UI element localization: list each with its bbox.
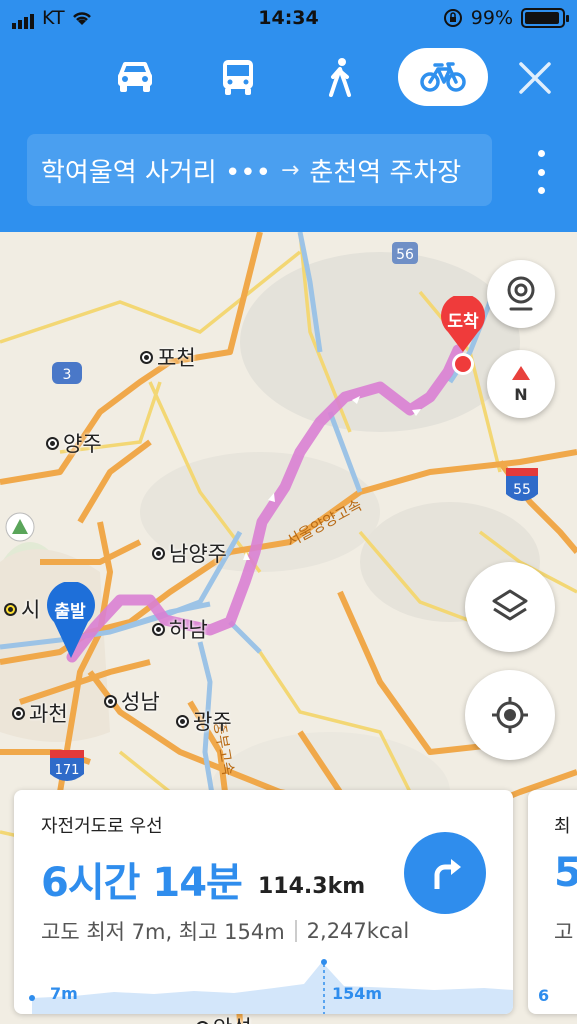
my-location-button[interactable]: [465, 670, 555, 760]
elevation-max-label: 154m: [332, 984, 383, 1003]
meta-divider: [294, 920, 297, 942]
place-pocheon[interactable]: 포천: [140, 342, 196, 372]
layers-button[interactable]: [465, 562, 555, 652]
route-card[interactable]: 자전거도로 우선 6시간 14분 114.3km 고도 최저 7m, 최고 15…: [14, 790, 513, 1014]
svg-text:3: 3: [63, 367, 72, 383]
walk-icon: [329, 58, 351, 97]
car-icon: [118, 62, 152, 92]
elevation-min-label: 7m: [50, 984, 78, 1003]
header: KT 14:34 99% 학여울역 사거리 ••• → 춘천역 주차장: [0, 0, 577, 232]
place-seoul[interactable]: 시: [4, 594, 40, 624]
rotation-lock-icon: [443, 9, 462, 27]
place-seongnam[interactable]: 성남: [104, 686, 160, 716]
layers-icon: [492, 589, 528, 621]
alt-route-meta: 고: [554, 920, 574, 944]
route-shield-55: 55: [506, 468, 538, 501]
route-arrow: →: [280, 157, 300, 183]
distance: 114.3km: [258, 874, 366, 899]
route-option-title: 자전거도로 우선: [41, 816, 163, 837]
mode-bus-button[interactable]: [202, 48, 274, 106]
elevation-info: 고도 최저 7m, 최고 154m: [41, 920, 285, 944]
mode-car-button[interactable]: [99, 48, 171, 106]
place-gwacheon[interactable]: 과천: [12, 698, 68, 728]
status-bar: KT 14:34 99%: [0, 0, 577, 38]
route-shield-3: 3: [52, 362, 82, 384]
route-meta: 고도 최저 7m, 최고 154m 2,247kcal: [41, 916, 409, 946]
bike-icon: [420, 62, 466, 92]
place-hanam[interactable]: 하남: [152, 614, 208, 644]
compass-icon: N: [512, 366, 530, 404]
calories: 2,247kcal: [306, 919, 410, 943]
compass-button[interactable]: N: [487, 350, 555, 418]
start-navigation-button[interactable]: [404, 832, 486, 914]
start-pin[interactable]: 출발: [44, 582, 98, 658]
alt-route-elev: 6: [538, 986, 550, 1005]
more-icon: [537, 150, 545, 157]
transport-mode-bar: [0, 46, 577, 110]
close-button[interactable]: [515, 58, 555, 98]
origin-label: 학여울역 사거리 •••: [41, 157, 271, 188]
alt-route-card[interactable]: 최 5 고 6: [528, 790, 577, 1014]
place-yangju[interactable]: 양주: [46, 428, 102, 458]
street-view-button[interactable]: [487, 260, 555, 328]
mode-walk-button[interactable]: [304, 48, 376, 106]
end-pin-label: 도착: [447, 311, 479, 332]
turn-right-icon: [434, 859, 461, 889]
place-namyangju[interactable]: 남양주: [152, 538, 227, 568]
route-shield-171: 171: [50, 750, 84, 781]
route-shield-56: 56: [392, 242, 418, 264]
crosshair-icon: [492, 697, 528, 733]
close-icon: [519, 62, 551, 94]
svg-text:56: 56: [396, 247, 414, 263]
svg-text:55: 55: [513, 482, 531, 498]
battery-percent: 99%: [470, 7, 513, 29]
camera-view-icon: [507, 276, 535, 311]
mode-bike-button[interactable]: [398, 48, 488, 106]
bus-icon: [223, 60, 253, 95]
svg-text:N: N: [514, 385, 527, 404]
battery-icon: [521, 8, 569, 28]
more-options-button[interactable]: [533, 150, 549, 194]
svg-text:171: 171: [55, 763, 80, 778]
route-summary[interactable]: 학여울역 사거리 ••• → 춘천역 주차장: [27, 134, 492, 206]
start-pin-label: 출발: [54, 601, 86, 622]
end-pin[interactable]: 도착: [436, 296, 490, 375]
elevation-profile: 7m 154m: [14, 958, 513, 1014]
alt-route-duration: 5: [554, 850, 577, 896]
alt-route-title: 최: [554, 816, 571, 837]
duration: 6시간 14분: [41, 860, 243, 906]
place-gwangju[interactable]: 광주: [176, 706, 232, 736]
destination-label: 춘천역 주차장: [309, 157, 462, 188]
